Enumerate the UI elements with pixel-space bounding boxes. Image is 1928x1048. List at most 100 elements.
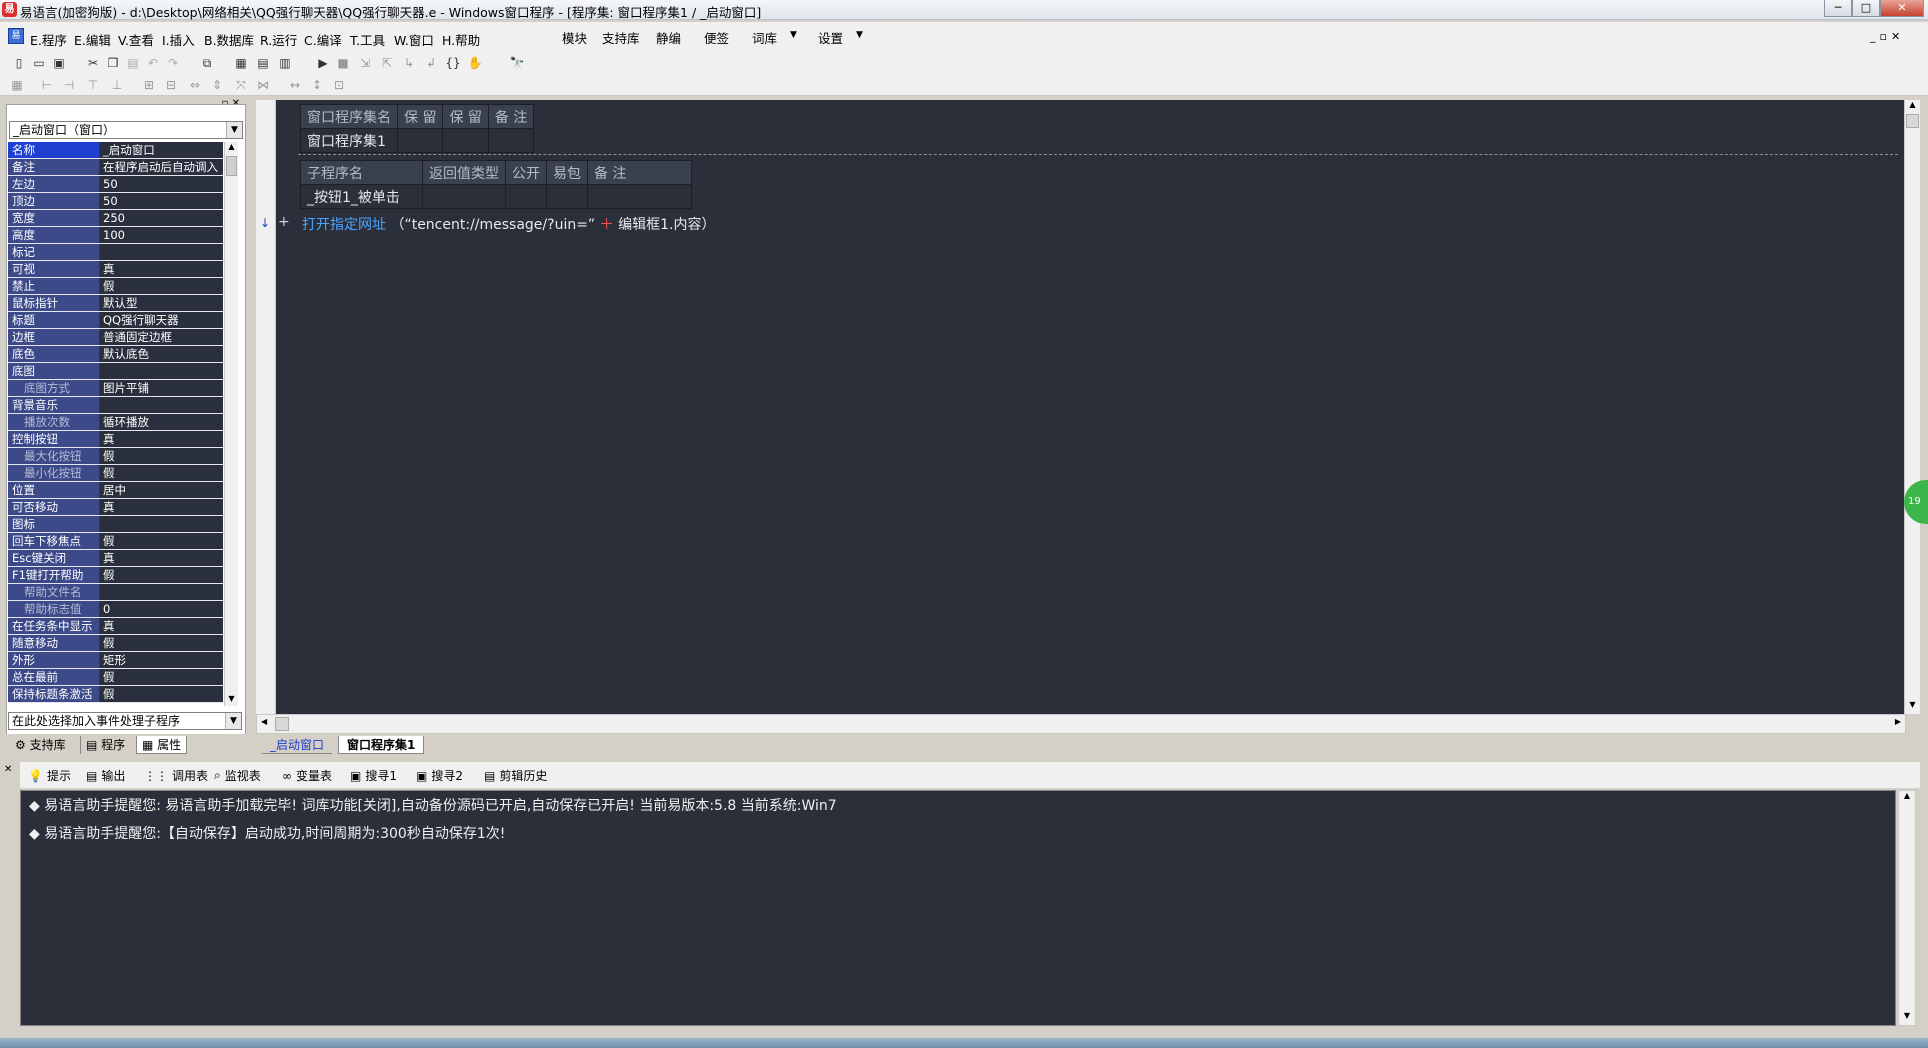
- property-value[interactable]: 假: [100, 669, 223, 685]
- property-row[interactable]: 帮助标志值 0: [8, 601, 223, 618]
- property-value[interactable]: 真: [100, 618, 223, 634]
- property-value[interactable]: 循环播放: [100, 414, 223, 430]
- property-scrollbar[interactable]: ▲ ▼: [224, 142, 238, 706]
- property-value[interactable]: [100, 516, 223, 532]
- tab-search2[interactable]: ▣ 搜寻2: [416, 767, 463, 784]
- editor-hscrollbar[interactable]: ◀ ▶: [256, 714, 1906, 734]
- step4-icon[interactable]: ↲: [422, 54, 440, 72]
- run-icon[interactable]: ▶: [314, 54, 332, 72]
- menu-support-lib[interactable]: 支持库: [602, 28, 640, 47]
- scroll-up-icon[interactable]: ▲: [1905, 100, 1920, 114]
- property-value[interactable]: 假: [100, 278, 223, 294]
- menu-settings[interactable]: 设置: [818, 28, 843, 47]
- property-row[interactable]: 鼠标指针 默认型: [8, 295, 223, 312]
- property-row[interactable]: 左边 50: [8, 176, 223, 193]
- property-row[interactable]: 背景音乐: [8, 397, 223, 414]
- hand-icon[interactable]: ✋: [466, 54, 484, 72]
- property-row[interactable]: 控制按钮真: [8, 431, 223, 448]
- cut-icon[interactable]: ✂: [84, 54, 102, 72]
- menu-notes[interactable]: 便签: [704, 28, 729, 47]
- property-value[interactable]: 默认型: [100, 295, 223, 311]
- scroll-left-icon[interactable]: ◀: [261, 717, 267, 726]
- undo-icon[interactable]: ↶: [144, 54, 162, 72]
- align-right-icon[interactable]: ⊣: [60, 76, 78, 94]
- property-row[interactable]: 边框 普通固定边框: [8, 329, 223, 346]
- property-value[interactable]: QQ强行聊天器: [100, 312, 223, 328]
- property-row[interactable]: 图标: [8, 516, 223, 533]
- menu-insert[interactable]: I.插入: [162, 30, 195, 49]
- center-h-icon[interactable]: ⊞: [140, 76, 158, 94]
- property-row[interactable]: 标记: [8, 244, 223, 261]
- copy-icon[interactable]: ❐: [104, 54, 122, 72]
- maximize-button[interactable]: □: [1852, 0, 1880, 17]
- property-row[interactable]: 可视真: [8, 261, 223, 278]
- property-row[interactable]: 顶边 50: [8, 193, 223, 210]
- scroll-thumb[interactable]: [1906, 114, 1919, 128]
- property-row[interactable]: 最小化按钮假: [8, 465, 223, 482]
- step3-icon[interactable]: ↳: [400, 54, 418, 72]
- menu-run[interactable]: R.运行: [260, 30, 297, 49]
- property-value[interactable]: 假: [100, 567, 223, 583]
- menu-lexicon[interactable]: 词库: [752, 28, 777, 47]
- spacing-h-icon[interactable]: ⋈: [254, 76, 272, 94]
- align-grid-icon[interactable]: ▦: [8, 76, 26, 94]
- property-value[interactable]: 真: [100, 550, 223, 566]
- property-value[interactable]: 在程序启动后自动调入: [100, 159, 223, 175]
- tab-clip-history[interactable]: ▤ 剪辑历史: [484, 767, 547, 784]
- property-value[interactable]: [100, 397, 223, 413]
- property-row[interactable]: 保持标题条激活假: [8, 686, 223, 703]
- menu-database[interactable]: B.数据库: [204, 30, 254, 49]
- menu-window[interactable]: W.窗口: [394, 30, 434, 49]
- property-value[interactable]: 居中: [100, 482, 223, 498]
- property-row[interactable]: Esc键关闭真: [8, 550, 223, 567]
- find-icon[interactable]: ⧉: [198, 54, 216, 72]
- property-row[interactable]: 名称 _启动窗口: [8, 142, 223, 159]
- scroll-thumb[interactable]: [226, 156, 237, 176]
- event-selector[interactable]: 在此处选择加入事件处理子程序 ▼: [8, 712, 242, 730]
- tab-support-lib[interactable]: ⚙ 支持库: [10, 736, 71, 754]
- scroll-down-icon[interactable]: ▼: [225, 694, 238, 706]
- settings-dropdown-icon[interactable]: ▼: [856, 30, 863, 40]
- lock-layout-icon[interactable]: ⊡: [330, 76, 348, 94]
- helper-icon[interactable]: 🔭: [508, 54, 526, 72]
- step1-icon[interactable]: ⇲: [356, 54, 374, 72]
- property-row[interactable]: 底图: [8, 363, 223, 380]
- property-row[interactable]: 高度 100: [8, 227, 223, 244]
- property-row[interactable]: 禁止假: [8, 278, 223, 295]
- same-width-icon[interactable]: ⇔: [186, 76, 204, 94]
- property-value[interactable]: 假: [100, 635, 223, 651]
- spacing-v-icon[interactable]: ↕: [308, 76, 326, 94]
- layout1-icon[interactable]: ▦: [232, 54, 250, 72]
- property-value[interactable]: [100, 244, 223, 260]
- menu-program[interactable]: E.程序: [30, 30, 67, 49]
- property-value[interactable]: [100, 584, 223, 600]
- paste-icon[interactable]: ▤: [124, 54, 142, 72]
- property-value[interactable]: 普通固定边框: [100, 329, 223, 345]
- align-left-icon[interactable]: ⊢: [38, 76, 56, 94]
- stop-icon[interactable]: ■: [334, 54, 352, 72]
- tab-call-stack[interactable]: ⋮⋮ 调用表: [144, 767, 208, 784]
- property-row[interactable]: 宽度 250: [8, 210, 223, 227]
- menu-static-compile[interactable]: 静编: [656, 28, 681, 47]
- property-row[interactable]: 位置 居中: [8, 482, 223, 499]
- tab-properties[interactable]: ▦ 属性: [136, 736, 188, 754]
- property-value[interactable]: 假: [100, 465, 223, 481]
- layout2-icon[interactable]: ▤: [254, 54, 272, 72]
- same-size-icon[interactable]: ⤧: [232, 76, 250, 94]
- mdi-controls-icon[interactable]: _▫✕: [1870, 30, 1904, 43]
- tab-assembly1[interactable]: 窗口程序集1: [338, 736, 425, 754]
- align-bottom-icon[interactable]: ⊥: [108, 76, 126, 94]
- property-value[interactable]: 矩形: [100, 652, 223, 668]
- assembly-cell[interactable]: [487, 128, 535, 153]
- property-value[interactable]: 假: [100, 448, 223, 464]
- property-value[interactable]: 0: [100, 601, 223, 617]
- property-value[interactable]: 250: [100, 210, 223, 226]
- property-row[interactable]: 帮助文件名: [8, 584, 223, 601]
- assembly-cell[interactable]: [396, 128, 444, 153]
- property-row[interactable]: 随意移动假: [8, 635, 223, 652]
- scroll-down-icon[interactable]: ▼: [1899, 1011, 1915, 1025]
- align-top-icon[interactable]: ⊤: [84, 76, 102, 94]
- close-button[interactable]: ✕: [1880, 0, 1924, 17]
- scroll-up-icon[interactable]: ▲: [1899, 791, 1915, 805]
- assembly-cell[interactable]: [442, 128, 489, 153]
